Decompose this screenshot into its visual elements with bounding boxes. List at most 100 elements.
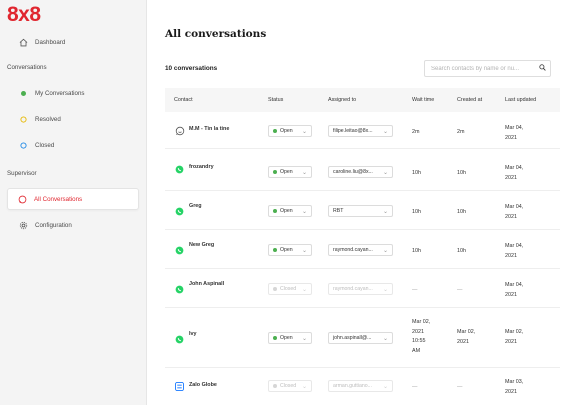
header-contact: Contact bbox=[174, 97, 193, 103]
chat-bubble-icon bbox=[16, 195, 28, 204]
page-title: All conversations bbox=[165, 28, 267, 40]
sidebar-item-label: Closed bbox=[35, 141, 55, 149]
table-row[interactable]: Zalo Globe Closed ⌄ arman.guttiano... ⌄ … bbox=[165, 368, 560, 405]
assignee-value: caroline.liu@8x... bbox=[333, 169, 373, 175]
assignee-value: RBT bbox=[333, 208, 344, 214]
status-value: Closed bbox=[280, 383, 297, 389]
app-logo: 8x8 bbox=[7, 3, 41, 26]
header-wait-time: Wait time bbox=[412, 97, 435, 103]
wait-time: 10h bbox=[412, 248, 421, 254]
status-select[interactable]: Open ⌄ bbox=[268, 244, 312, 256]
sidebar: 8x8 Dashboard Conversations My Conversat… bbox=[0, 0, 147, 405]
created-at: Mar 02, 2021 bbox=[457, 329, 476, 345]
whatsapp-icon bbox=[175, 207, 184, 218]
status-select[interactable]: Open ⌄ bbox=[268, 125, 312, 137]
main-content: All conversations 10 conversations Conta… bbox=[147, 0, 578, 405]
chevron-down-icon: ⌄ bbox=[301, 384, 307, 390]
closed-icon bbox=[17, 141, 29, 149]
wait-time: 10h bbox=[412, 170, 421, 176]
status-dot bbox=[273, 287, 277, 291]
contact-name: Greg bbox=[189, 203, 202, 209]
table-header: Contact Status Assigned to Wait time Cre… bbox=[165, 88, 560, 112]
last-updated: Mar 04, 2021 bbox=[505, 125, 524, 141]
assignee-value: john.aspinall@... bbox=[333, 335, 372, 341]
chevron-down-icon: ⌄ bbox=[382, 129, 388, 135]
sidebar-item-label: Configuration bbox=[35, 221, 72, 229]
status-select[interactable]: Open ⌄ bbox=[268, 166, 312, 178]
status-value: Open bbox=[280, 335, 293, 341]
whatsapp-icon bbox=[175, 246, 184, 257]
header-created-at: Created at bbox=[457, 97, 483, 103]
status-value: Open bbox=[280, 208, 293, 214]
wait-time: — bbox=[412, 384, 418, 390]
assignee-select[interactable]: RBT ⌄ bbox=[328, 205, 393, 217]
chevron-down-icon: ⌄ bbox=[382, 287, 388, 293]
assignee-select[interactable]: john.aspinall@... ⌄ bbox=[328, 332, 393, 344]
table-row[interactable]: John Aspinall Closed ⌄ raymond.cayan... … bbox=[165, 269, 560, 308]
wait-time: 2m bbox=[412, 129, 420, 135]
sidebar-item-my-conversations[interactable]: My Conversations bbox=[7, 82, 139, 104]
status-dot bbox=[273, 170, 277, 174]
whatsapp-icon bbox=[175, 165, 184, 176]
chevron-down-icon: ⌄ bbox=[301, 248, 307, 254]
assignee-select: arman.guttiano... ⌄ bbox=[328, 380, 393, 392]
sidebar-item-label: All Conversations bbox=[34, 195, 83, 203]
sidebar-item-configuration[interactable]: Configuration bbox=[7, 214, 139, 236]
status-value: Closed bbox=[280, 286, 297, 292]
status-select: Closed ⌄ bbox=[268, 283, 312, 295]
assignee-value: arman.guttiano... bbox=[333, 383, 372, 389]
status-value: Open bbox=[280, 247, 293, 253]
sidebar-item-closed[interactable]: Closed bbox=[7, 134, 139, 156]
chevron-down-icon: ⌄ bbox=[382, 336, 388, 342]
status-dot bbox=[273, 248, 277, 252]
chevron-down-icon: ⌄ bbox=[382, 384, 388, 390]
assignee-select[interactable]: caroline.liu@8x... ⌄ bbox=[328, 166, 393, 178]
table-row[interactable]: M.M - Tin la tine Open ⌄ filipe.leitao@8… bbox=[165, 112, 560, 149]
status-select: Closed ⌄ bbox=[268, 380, 312, 392]
search-box[interactable] bbox=[424, 60, 551, 77]
created-at: 10h bbox=[457, 209, 466, 215]
zalo-icon bbox=[175, 382, 184, 393]
whatsapp-icon bbox=[175, 335, 184, 346]
green-dot-icon bbox=[17, 90, 29, 96]
created-at: 10h bbox=[457, 248, 466, 254]
assignee-value: raymond.cayan... bbox=[333, 247, 373, 253]
chevron-down-icon: ⌄ bbox=[382, 248, 388, 254]
status-select[interactable]: Open ⌄ bbox=[268, 332, 312, 344]
sidebar-item-label: Dashboard bbox=[35, 38, 66, 46]
created-at: 2m bbox=[457, 129, 465, 135]
sidebar-item-dashboard[interactable]: Dashboard bbox=[7, 31, 139, 53]
last-updated: Mar 02, 2021 bbox=[505, 329, 524, 345]
home-icon bbox=[17, 38, 29, 47]
chevron-down-icon: ⌄ bbox=[301, 287, 307, 293]
status-dot bbox=[273, 336, 277, 340]
table-row[interactable]: New Greg Open ⌄ raymond.cayan... ⌄ 10h 1… bbox=[165, 230, 560, 269]
created-at: — bbox=[457, 384, 463, 390]
search-input[interactable] bbox=[431, 65, 539, 72]
chevron-down-icon: ⌄ bbox=[301, 209, 307, 215]
wait-time: Mar 02, 2021 10:55 AM bbox=[412, 319, 431, 354]
sidebar-item-resolved[interactable]: Resolved bbox=[7, 108, 139, 130]
table-row[interactable]: frozandry Open ⌄ caroline.liu@8x... ⌄ 10… bbox=[165, 149, 560, 191]
chevron-down-icon: ⌄ bbox=[301, 129, 307, 135]
section-supervisor: Supervisor bbox=[7, 170, 37, 177]
wait-time: 10h bbox=[412, 209, 421, 215]
sidebar-item-all-conversations[interactable]: All Conversations bbox=[7, 188, 139, 210]
table-row[interactable]: Greg Open ⌄ RBT ⌄ 10h 10h Mar 04, 2021 bbox=[165, 191, 560, 230]
status-value: Open bbox=[280, 169, 293, 175]
chevron-down-icon: ⌄ bbox=[301, 336, 307, 342]
last-updated: Mar 03, 2021 bbox=[505, 379, 524, 395]
resolved-icon bbox=[17, 115, 29, 123]
assignee-select: raymond.cayan... ⌄ bbox=[328, 283, 393, 295]
search-icon[interactable] bbox=[539, 64, 546, 73]
status-dot bbox=[273, 384, 277, 388]
assignee-value: filipe.leitao@8x... bbox=[333, 128, 373, 134]
contact-name: Ivy bbox=[189, 331, 197, 337]
contact-name: John Aspinall bbox=[189, 281, 225, 287]
assignee-select[interactable]: raymond.cayan... ⌄ bbox=[328, 244, 393, 256]
sidebar-item-label: My Conversations bbox=[35, 89, 85, 97]
last-updated: Mar 04, 2021 bbox=[505, 204, 524, 220]
assignee-select[interactable]: filipe.leitao@8x... ⌄ bbox=[328, 125, 393, 137]
table-row[interactable]: Ivy Open ⌄ john.aspinall@... ⌄ Mar 02, 20… bbox=[165, 308, 560, 368]
status-select[interactable]: Open ⌄ bbox=[268, 205, 312, 217]
